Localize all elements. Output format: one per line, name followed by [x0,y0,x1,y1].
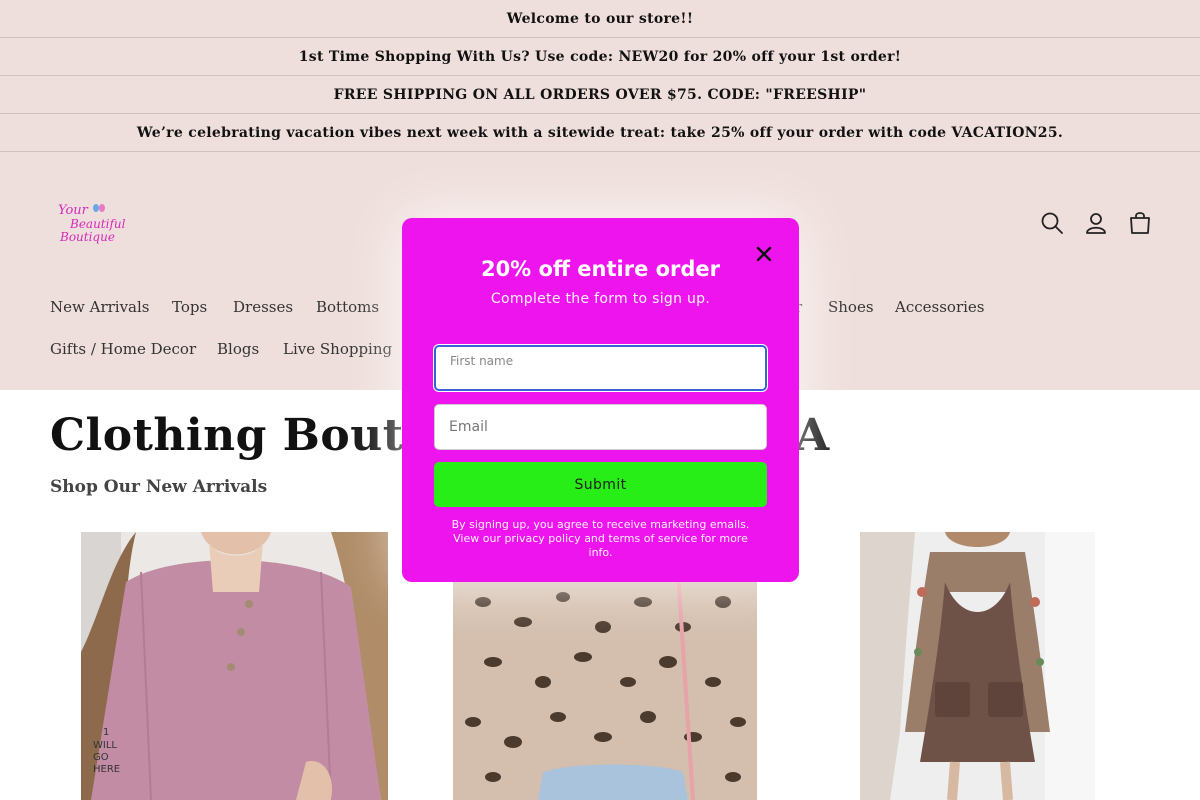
first-name-input[interactable] [436,347,765,389]
email-input[interactable] [435,405,766,449]
first-name-field[interactable]: First name [434,345,767,391]
modal-disclaimer: By signing up, you agree to receive mark… [451,518,750,559]
submit-button[interactable]: Submit [434,462,767,507]
email-field[interactable] [434,404,767,450]
modal-title: 20% off entire order [480,257,721,281]
modal-subtitle: Complete the form to sign up. [490,291,711,307]
signup-modal: 20% off entire order Complete the form t… [402,218,799,582]
